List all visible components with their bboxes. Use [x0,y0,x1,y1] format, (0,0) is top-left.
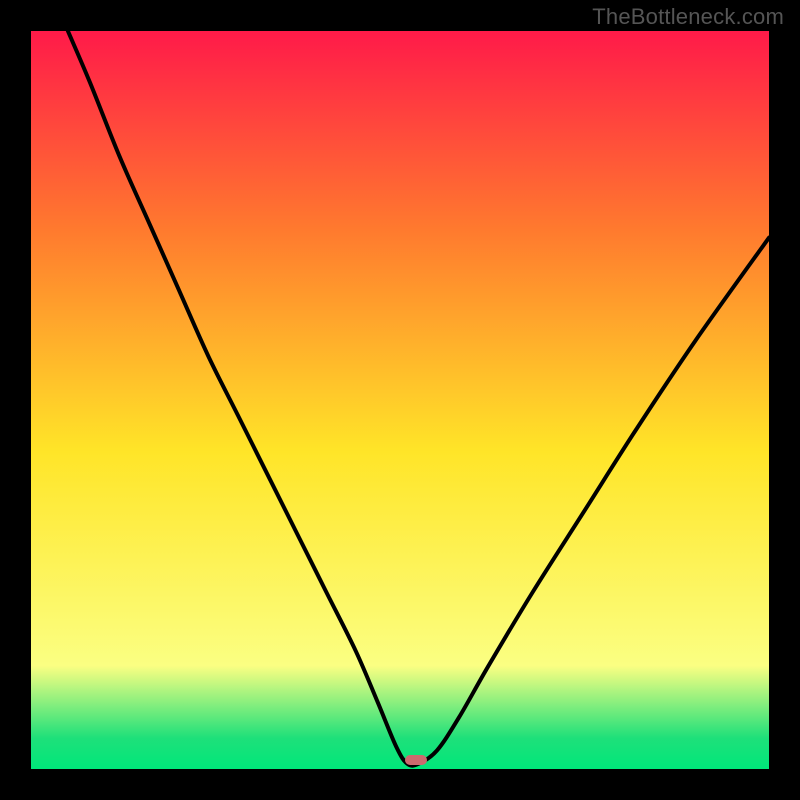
gradient-background [31,31,769,769]
chart-frame: TheBottleneck.com [0,0,800,800]
attribution-text: TheBottleneck.com [592,4,784,30]
optimal-marker [405,755,427,765]
gradient-fill [31,31,769,769]
